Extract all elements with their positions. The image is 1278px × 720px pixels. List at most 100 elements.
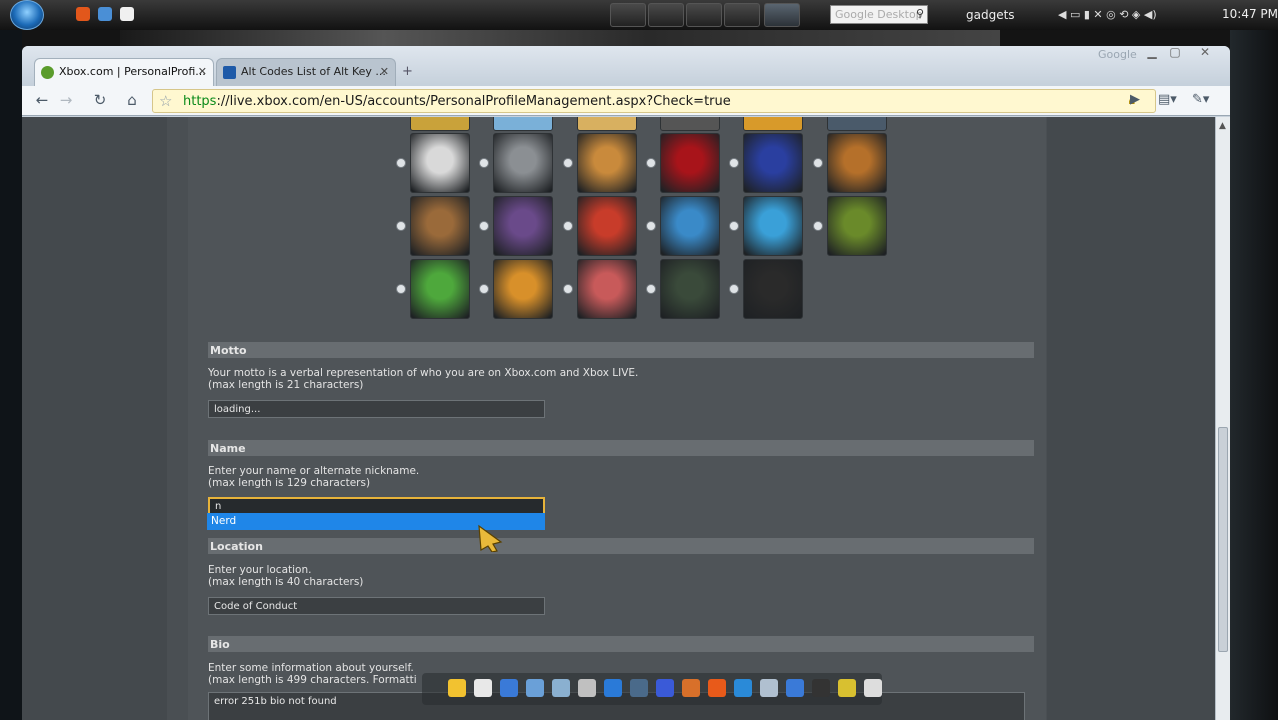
gamerpic-partial-icon[interactable] — [660, 117, 720, 131]
dock-app-icon[interactable] — [734, 679, 752, 697]
red-spartan-gamerpic-icon[interactable] — [743, 133, 803, 193]
dock-app-icon[interactable] — [526, 679, 544, 697]
new-tab-icon[interactable]: + — [402, 64, 413, 79]
gamerpic-radio[interactable] — [396, 158, 406, 168]
page-viewport: Motto Your motto is a verbal representat… — [22, 117, 1230, 720]
dock-app-icon[interactable] — [656, 679, 674, 697]
gadgets-menu[interactable]: gadgets — [966, 8, 1015, 22]
back-arrow-icon[interactable]: ← — [32, 91, 52, 109]
gamerpic-partial-icon[interactable] — [410, 117, 470, 131]
forward-arrow-icon[interactable]: → — [56, 91, 76, 109]
gamerpic-radio[interactable] — [729, 221, 739, 231]
green-goblin-gamerpic-icon[interactable] — [827, 196, 887, 256]
maximize-icon[interactable]: ▢ — [1164, 46, 1186, 59]
gamerpic-radio[interactable] — [479, 284, 489, 294]
gamerpic-radio[interactable] — [646, 158, 656, 168]
soldier-gamerpic-icon[interactable] — [827, 133, 887, 193]
taskbar-media-button[interactable] — [648, 3, 684, 27]
home-icon[interactable]: ⌂ — [122, 91, 142, 109]
blue-alien-gamerpic-icon[interactable] — [743, 196, 803, 256]
racing-helmet-gamerpic-icon[interactable] — [743, 259, 803, 319]
scroll-up-arrow-icon[interactable]: ▲ — [1219, 121, 1226, 131]
firefox-icon[interactable] — [76, 7, 90, 21]
bookmark-star-icon[interactable]: ☆ — [159, 92, 172, 110]
tab-alt-codes[interactable]: Alt Codes List of Alt Key ... ✕ — [216, 58, 396, 86]
gamerpic-radio[interactable] — [479, 158, 489, 168]
close-window-icon[interactable]: ✕ — [1194, 46, 1216, 59]
dock-app-icon[interactable] — [500, 679, 518, 697]
red-dragon-gamerpic-icon[interactable] — [577, 196, 637, 256]
dock-app-icon[interactable] — [838, 679, 856, 697]
taskbar-firefox-button[interactable] — [610, 3, 646, 27]
dock-app-icon[interactable] — [604, 679, 622, 697]
dock-app-icon[interactable] — [708, 679, 726, 697]
dock-app-icon[interactable] — [552, 679, 570, 697]
gamerpic-partial-icon[interactable] — [577, 117, 637, 131]
taskbar-ie-button[interactable] — [686, 3, 722, 27]
tab-xbox-profile[interactable]: Xbox.com | PersonalProfi... ✕ — [34, 58, 214, 86]
skull-gamerpic-icon[interactable] — [410, 133, 470, 193]
gamerpic-partial-icon[interactable] — [743, 117, 803, 131]
gamerpic-radio[interactable] — [479, 221, 489, 231]
gamerpic-radio[interactable] — [563, 158, 573, 168]
dock-app-icon[interactable] — [448, 679, 466, 697]
gamerpic-radio[interactable] — [813, 158, 823, 168]
close-tab-icon[interactable]: ✕ — [198, 65, 207, 78]
dock-app-icon[interactable] — [682, 679, 700, 697]
gamerpic-radio[interactable] — [563, 284, 573, 294]
start-button[interactable] — [10, 0, 44, 30]
desktop-search-box[interactable]: Google Desktop ⚲ — [830, 5, 928, 24]
dock-app-icon[interactable] — [864, 679, 882, 697]
dock-app-icon[interactable] — [786, 679, 804, 697]
taskbar-chrome-button[interactable] — [764, 3, 800, 27]
document-icon[interactable] — [120, 7, 134, 21]
dock-app-icon[interactable] — [812, 679, 830, 697]
warrior-gamerpic-icon[interactable] — [577, 133, 637, 193]
green-frog-gamerpic-icon[interactable] — [410, 259, 470, 319]
blue-monster-gamerpic-icon[interactable] — [660, 196, 720, 256]
gamerpic-radio[interactable] — [563, 221, 573, 231]
reload-icon[interactable]: ↻ — [90, 91, 110, 109]
url-text[interactable]: https://live.xbox.com/en-US/accounts/Per… — [183, 94, 731, 109]
heroine-gamerpic-icon[interactable] — [493, 196, 553, 256]
wrench-icon[interactable]: ✎▾ — [1192, 92, 1209, 107]
play-icon[interactable]: ▶ — [1130, 92, 1140, 107]
page-menu-icon[interactable]: ▤▾ — [1158, 92, 1177, 107]
taskbar-word-button[interactable] — [724, 3, 760, 27]
dock-app-icon[interactable] — [474, 679, 492, 697]
tray-expand-icon[interactable]: ◀ ▭ ▮ ✕ ◎ ⟲ ◈ ◀) — [1058, 8, 1157, 21]
red-hair-gamerpic-icon[interactable] — [577, 259, 637, 319]
scrollbar-thumb[interactable] — [1218, 427, 1228, 652]
address-bar[interactable]: ☆ https://live.xbox.com/en-US/accounts/P… — [152, 89, 1156, 113]
dock-app-icon[interactable] — [630, 679, 648, 697]
gamerpic-radio[interactable] — [646, 284, 656, 294]
knight-gamerpic-icon[interactable] — [493, 133, 553, 193]
location-input[interactable]: Code of Conduct — [208, 597, 545, 615]
dock-app-icon[interactable] — [760, 679, 778, 697]
crimson-omen-gamerpic-icon[interactable] — [660, 133, 720, 193]
name-desc-line1: Enter your name or alternate nickname. — [208, 465, 420, 477]
gamerpic-radio[interactable] — [646, 221, 656, 231]
motto-input[interactable]: loading... — [208, 400, 545, 418]
skype-icon[interactable] — [98, 7, 112, 21]
gadgets-label: gadgets — [966, 8, 1015, 22]
gamerpic-radio[interactable] — [396, 284, 406, 294]
gamerpic-radio[interactable] — [729, 284, 739, 294]
minimize-icon[interactable]: ▁ — [1141, 46, 1163, 59]
gamerpic-partial-icon[interactable] — [827, 117, 887, 131]
gamerpic-radio[interactable] — [813, 221, 823, 231]
gamerpic-radio[interactable] — [396, 221, 406, 231]
dock-app-icon[interactable] — [578, 679, 596, 697]
taskbar-clock[interactable]: 10:47 PM — [1222, 7, 1278, 21]
gamerpic-partial-icon[interactable] — [493, 117, 553, 131]
dark-hair-gamerpic-icon[interactable] — [660, 259, 720, 319]
desktop-wallpaper-strip — [120, 30, 1000, 46]
orange-bug-gamerpic-icon[interactable] — [493, 259, 553, 319]
motto-description: Your motto is a verbal representation of… — [208, 367, 638, 391]
gamerpic-radio[interactable] — [729, 158, 739, 168]
bandit-gamerpic-icon[interactable] — [410, 196, 470, 256]
search-icon[interactable]: ⚲ — [916, 7, 924, 20]
close-tab-icon[interactable]: ✕ — [380, 65, 389, 78]
page-scrollbar[interactable]: ▲ — [1215, 117, 1230, 720]
motto-desc-line2: (max length is 21 characters) — [208, 379, 364, 391]
